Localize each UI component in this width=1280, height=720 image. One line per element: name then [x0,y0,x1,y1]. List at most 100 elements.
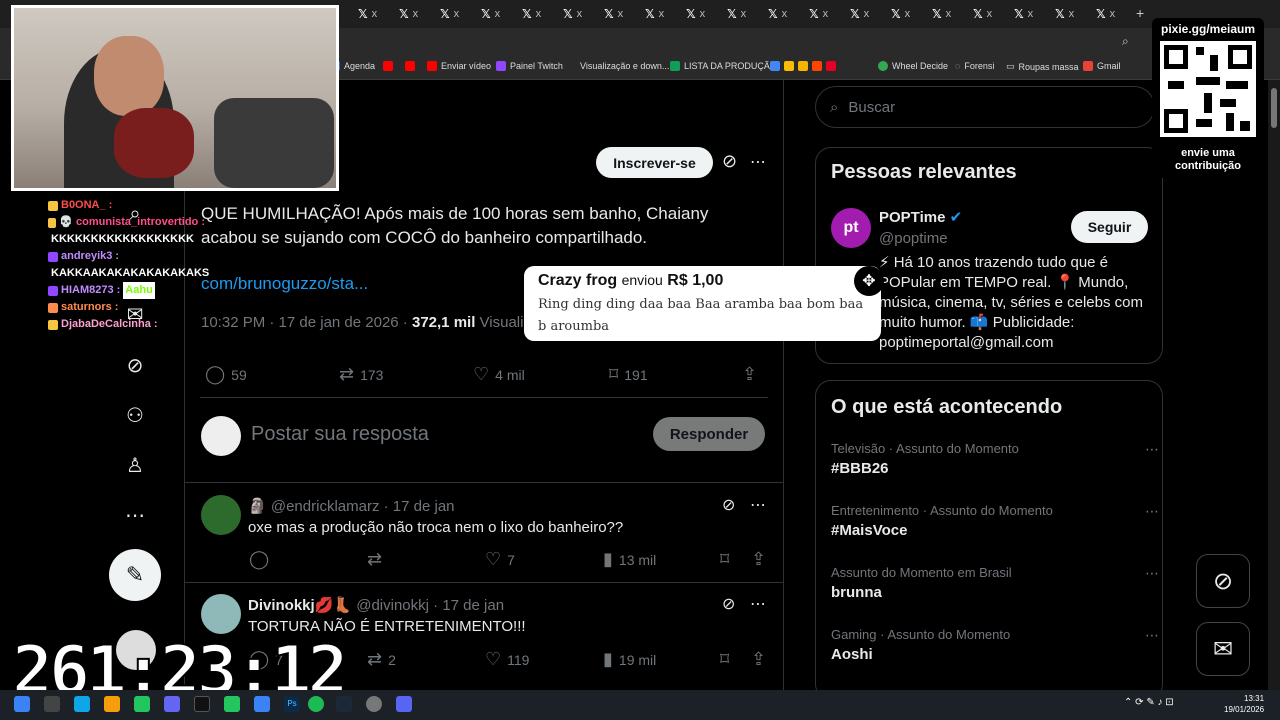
trend-item[interactable]: Televisão · Assunto do Momento #BBB26 ⋯ [831,441,1159,477]
bookmark-action[interactable]: ⌑ 191 [609,364,648,385]
bookmark-action[interactable]: ⌑ [720,649,729,670]
trend-item[interactable]: Assunto do Momento em Brasil brunna ⋯ [831,565,1159,601]
browser-tab[interactable]: 𝕏x [563,6,603,22]
browser-tab[interactable]: 𝕏x [1096,6,1136,22]
more-icon[interactable]: ⋯ [750,495,767,515]
browser-tab[interactable]: 𝕏x [399,6,439,22]
more-icon[interactable]: ⋯ [1145,627,1159,644]
explorer-icon[interactable] [104,696,120,712]
browser-tab[interactable]: 𝕏x [686,6,726,22]
views-action[interactable]: ▮ 19 mil [603,649,656,670]
more-options-icon[interactable]: ⋯ [122,502,148,528]
bookmark-wheel-decide[interactable]: Wheel Decide [878,61,948,71]
scrollbar-thumb[interactable] [1271,88,1277,128]
compose-post-button[interactable]: ✎ [109,549,161,601]
bookmark-apps[interactable] [770,61,836,71]
like-action[interactable]: ♡ 4 mil [473,364,525,385]
app-icon[interactable] [366,696,382,712]
messages-float-button[interactable]: ✉ [1196,622,1250,676]
like-action[interactable]: ♡ 7 [485,549,515,570]
browser-tab[interactable]: 𝕏x [604,6,644,22]
browser-tab[interactable]: 𝕏x [809,6,849,22]
browser-tab[interactable]: 𝕏x [1055,6,1095,22]
chrome-icon[interactable] [134,696,150,712]
browser-tab[interactable]: 𝕏x [891,6,931,22]
obs-icon[interactable] [194,696,210,712]
person-name[interactable]: POPTime [879,209,945,226]
person-handle[interactable]: @poptime [879,230,948,247]
browser-tab[interactable]: 𝕏x [850,6,890,22]
bookmark-lista-producao[interactable]: LISTA DA PRODUÇÃ... [670,61,777,71]
more-icon[interactable]: ⋯ [1145,565,1159,582]
bookmark-roupas-massa[interactable]: ▭ Roupas massa [1006,61,1079,72]
like-action[interactable]: ♡ 119 [485,649,529,670]
more-icon[interactable]: ⋯ [1145,503,1159,520]
trend-item[interactable]: Entretenimento · Assunto do Momento #Mais… [831,503,1159,539]
reply-button[interactable]: Responder [653,417,765,451]
bookmark-youtube-2[interactable] [405,61,415,71]
new-tab-icon[interactable]: + [1136,5,1144,21]
reply-action[interactable]: ◯ 59 [205,364,247,385]
grok-icon[interactable]: ⊘ [722,495,735,515]
repost-action[interactable]: ⇄ 2 [367,649,396,670]
poptime-avatar[interactable]: pt [831,208,871,248]
discord-icon[interactable] [396,696,412,712]
reply-item[interactable]: 🗿 @endricklamarz · 17 de jan oxe mas a p… [185,483,783,581]
steam-icon[interactable] [336,696,352,712]
browser-tab[interactable]: 𝕏x [440,6,480,22]
trend-item[interactable]: Gaming · Assunto do Momento Aoshi ⋯ [831,627,1159,663]
repost-action[interactable]: ⇄ 173 [339,364,383,385]
more-icon[interactable]: ⋯ [750,594,767,614]
spotify-icon[interactable] [308,696,324,712]
bookmark-painel-twitch[interactable]: Painel Twitch [496,61,563,71]
more-icon[interactable]: ⋯ [750,152,767,172]
edge-icon[interactable] [74,696,90,712]
tweet-link[interactable]: com/brunoguzzo/sta... [201,274,368,294]
repost-action[interactable]: ⇄ [367,549,388,570]
system-tray[interactable]: ⌃ ⟳ ✎ ♪ ⊡ [1124,697,1174,708]
windows-start-icon[interactable] [14,696,30,712]
bookmark-forensi[interactable]: ◌ Forensi [955,61,994,71]
reply-input[interactable]: Postar sua resposta [251,423,429,446]
subscribe-button[interactable]: Inscrever-se [596,147,713,178]
browser-tab[interactable]: 𝕏x [645,6,685,22]
bookmark-visualizacao[interactable]: Visualização e down... [580,61,669,71]
reply-action[interactable]: ◯ [249,549,275,570]
grok-float-button[interactable]: ⊘ [1196,554,1250,608]
profile-icon[interactable]: ♙ [122,452,148,478]
share-action[interactable]: ⇪ [742,364,757,385]
photoshop-icon[interactable]: Ps [284,696,300,712]
app-icon[interactable] [164,696,180,712]
follow-button[interactable]: Seguir [1071,211,1148,243]
zoom-icon[interactable]: ⌕ [1122,34,1129,49]
views-action[interactable]: ▮ 13 mil [603,549,656,570]
communities-icon[interactable]: ⚇ [122,402,148,428]
browser-tab[interactable]: 𝕏x [522,6,562,22]
share-action[interactable]: ⇪ [751,649,766,670]
grok-icon[interactable]: ⊘ [722,151,737,172]
share-action[interactable]: ⇪ [751,549,766,570]
browser-tab[interactable]: 𝕏x [768,6,808,22]
grok-icon[interactable]: ⊘ [722,594,735,614]
browser-tab[interactable]: 𝕏x [1014,6,1054,22]
grok-icon[interactable]: ⊘ [122,352,148,378]
browser-tab[interactable]: 𝕏x [481,6,521,22]
browser-tab[interactable]: 𝕏x [358,6,398,22]
browser-tab[interactable]: 𝕏x [727,6,767,22]
system-clock[interactable]: 13:31 19/01/2026 [1224,693,1264,715]
search-taskbar-icon[interactable] [44,696,60,712]
more-icon[interactable]: ⋯ [1145,441,1159,458]
browser-tab[interactable]: 𝕏x [932,6,972,22]
chrome-icon[interactable] [224,696,240,712]
reply-name[interactable]: Divinokkj [248,597,315,614]
browser-tab[interactable]: 𝕏x [973,6,1013,22]
bookmark-enviar-video[interactable]: Enviar vídeo [427,61,491,71]
reply-handle[interactable]: @endricklamarz [271,498,380,515]
reply-handle[interactable]: @divinokkj [356,597,429,614]
bookmark-youtube[interactable] [383,61,393,71]
scrollbar[interactable] [1268,80,1280,690]
app-icon[interactable] [254,696,270,712]
bookmark-gmail[interactable]: Gmail [1083,61,1121,71]
bookmark-action[interactable]: ⌑ [720,549,729,570]
search-input[interactable]: ⌕ Buscar [815,86,1155,128]
